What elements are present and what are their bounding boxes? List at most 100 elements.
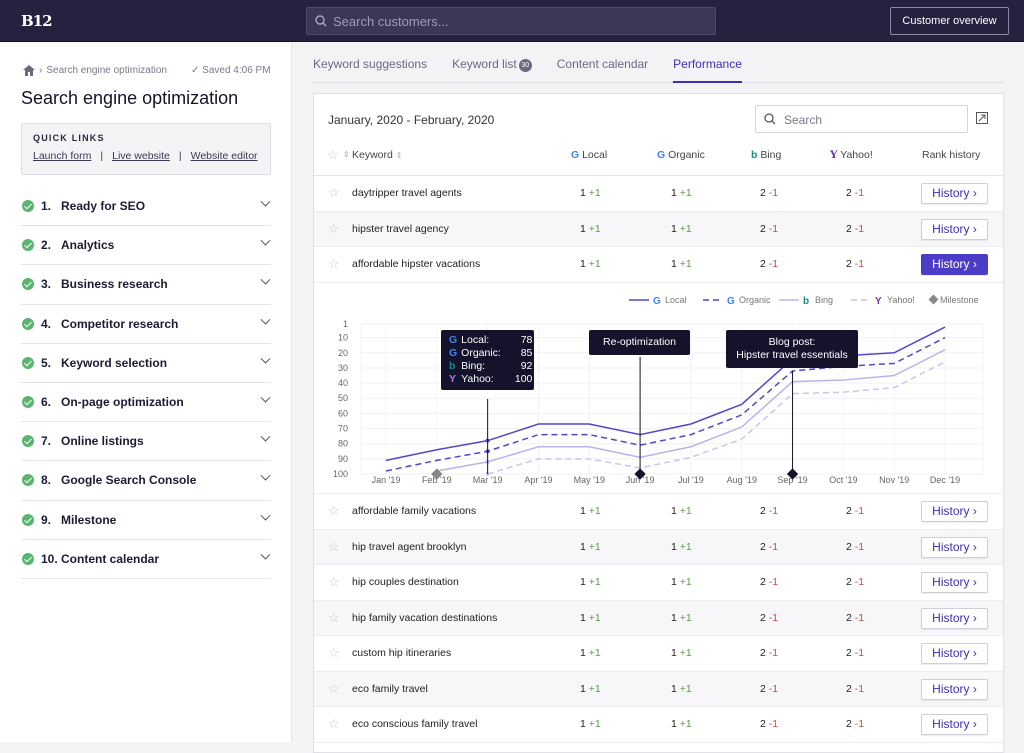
star-icon[interactable]: ☆: [328, 256, 340, 272]
chevron-down-icon[interactable]: [260, 196, 271, 207]
step-item[interactable]: 5. Keyword selection: [21, 344, 271, 383]
step-list: 1. Ready for SEO 2. Analytics 3. Business res…: [21, 187, 271, 579]
star-icon[interactable]: ☆: [328, 645, 340, 661]
table-row: ☆ hipster travel agency 1 +1 1 +1 2 -1 2 …: [314, 211, 1003, 247]
tab-label: Keyword suggestions: [313, 57, 428, 71]
export-icon[interactable]: [976, 112, 988, 124]
search-icon: [764, 113, 776, 125]
step-item[interactable]: 9. Milestone: [21, 501, 271, 540]
keyword-cell: hipster travel agency: [352, 222, 449, 235]
history-button[interactable]: History ›: [921, 678, 988, 700]
step-item[interactable]: 8. Google Search Console: [21, 461, 271, 501]
keyword-column-header[interactable]: Keyword ⇕: [352, 149, 402, 161]
rank-change: +1: [588, 187, 601, 199]
b12-logo[interactable]: B12: [21, 12, 53, 30]
local-rank-cell: 1 +1: [580, 718, 601, 730]
live-website-link[interactable]: Live website: [112, 150, 170, 162]
rank: 1: [671, 576, 677, 588]
star-icon[interactable]: ☆: [328, 574, 340, 590]
star-icon[interactable]: ☆: [328, 503, 340, 519]
google-icon: G: [449, 347, 458, 359]
star-all-icon[interactable]: ☆: [327, 147, 339, 163]
rank-change: -1: [854, 718, 865, 730]
local-rank-cell: 1 +1: [580, 541, 601, 553]
table-row: ☆ eco conscious family travel 1 +1 1 +1 2…: [314, 707, 1003, 743]
rank-change: -1: [854, 647, 865, 659]
star-icon[interactable]: ☆: [328, 716, 340, 732]
organic-rank-cell: 1 +1: [671, 258, 692, 270]
star-icon[interactable]: ☆: [328, 221, 340, 237]
date-range[interactable]: January, 2020 - February, 2020: [328, 113, 494, 127]
history-button[interactable]: History ›: [921, 501, 988, 522]
history-button[interactable]: History ›: [921, 643, 988, 664]
step-item[interactable]: 4. Competitor research: [21, 305, 271, 344]
history-button[interactable]: History ›: [921, 183, 988, 204]
organic-rank-cell: 1 +1: [671, 541, 692, 553]
rank-change: +1: [588, 682, 601, 695]
step-item[interactable]: 1. Ready for SEO: [21, 187, 271, 227]
star-icon[interactable]: ☆: [328, 681, 340, 697]
tab-content-calendar[interactable]: Content calendar: [557, 57, 648, 83]
history-button[interactable]: History ›: [921, 607, 988, 629]
launch-form-link[interactable]: Launch form: [33, 150, 91, 162]
table-header: ☆ ⇕ Keyword ⇕ G Local G Organic b Bing Y…: [314, 137, 1003, 176]
tab-performance[interactable]: Performance: [673, 57, 742, 83]
rank: 1: [671, 505, 677, 517]
home-icon[interactable]: [23, 65, 35, 76]
rank: 2: [760, 718, 766, 730]
customer-search-input[interactable]: Search customers...: [306, 7, 716, 35]
history-button[interactable]: History ›: [921, 254, 988, 275]
history-button[interactable]: History ›: [921, 536, 988, 558]
rank-change: +1: [588, 222, 601, 235]
website-editor-link[interactable]: Website editor: [191, 150, 258, 162]
history-button[interactable]: History ›: [921, 572, 988, 593]
customer-overview-button[interactable]: Customer overview: [890, 7, 1009, 35]
legend-bing-icon: b: [803, 296, 809, 307]
rank: 1: [671, 611, 677, 624]
star-icon[interactable]: ☆: [328, 539, 340, 555]
step-item[interactable]: 2. Analytics: [21, 226, 271, 266]
step-item[interactable]: 6. On-page optimization: [21, 383, 271, 423]
rank: 2: [846, 505, 852, 517]
bing-icon: b: [751, 149, 758, 161]
keyword-cell: hip family vacation destinations: [352, 611, 498, 624]
rank: 2: [760, 187, 766, 199]
history-button[interactable]: History ›: [921, 218, 988, 240]
chevron-down-icon[interactable]: [260, 314, 271, 325]
chevron-down-icon[interactable]: [260, 471, 271, 481]
rank-change: +1: [679, 718, 692, 730]
milestone-tooltip-blog-post: Blog post: Hipster travel essentials: [726, 330, 858, 368]
chevron-down-icon[interactable]: [260, 510, 271, 521]
rank: 1: [580, 187, 586, 199]
star-icon[interactable]: ☆: [328, 185, 340, 201]
star-icon[interactable]: ☆: [328, 610, 340, 626]
chevron-down-icon[interactable]: [260, 392, 271, 403]
chevron-down-icon[interactable]: [260, 549, 271, 560]
step-item[interactable]: 10. Content calendar: [21, 540, 271, 579]
history-button[interactable]: History ›: [921, 714, 988, 735]
chevron-down-icon[interactable]: [260, 431, 271, 442]
tab-keyword-suggestions[interactable]: Keyword suggestions: [313, 57, 427, 83]
tab-keyword-list[interactable]: Keyword list 30: [452, 57, 532, 83]
table-row: ☆ eco family travel 1 +1 1 +1 2 -1 2 -1 H…: [314, 671, 1003, 707]
x-tick-label: Jan '19: [372, 475, 401, 485]
sort-icon[interactable]: ⇕: [396, 151, 403, 160]
rank-change: +1: [588, 611, 601, 624]
rank-change: -1: [854, 540, 865, 553]
count-badge: 30: [518, 59, 532, 72]
sort-icon[interactable]: ⇕: [343, 150, 350, 159]
chevron-down-icon[interactable]: [260, 353, 271, 364]
step-number: 8.: [41, 473, 52, 488]
chevron-down-icon[interactable]: [260, 235, 271, 246]
step-item[interactable]: 7. Online listings: [21, 422, 271, 462]
chevron-down-icon[interactable]: [260, 275, 271, 285]
table-row: ☆ hip travel agent brooklyn 1 +1 1 +1 2 -…: [314, 529, 1003, 565]
keyword-search-input[interactable]: Search: [755, 105, 968, 133]
rank: 1: [580, 647, 586, 659]
rank-change: +1: [679, 258, 692, 270]
rank-change: -1: [854, 258, 865, 270]
y-tick-label: 40: [338, 378, 348, 388]
step-item[interactable]: 3. Business research: [21, 265, 271, 305]
step-number: 9.: [41, 512, 52, 527]
rank: 1: [580, 222, 586, 235]
